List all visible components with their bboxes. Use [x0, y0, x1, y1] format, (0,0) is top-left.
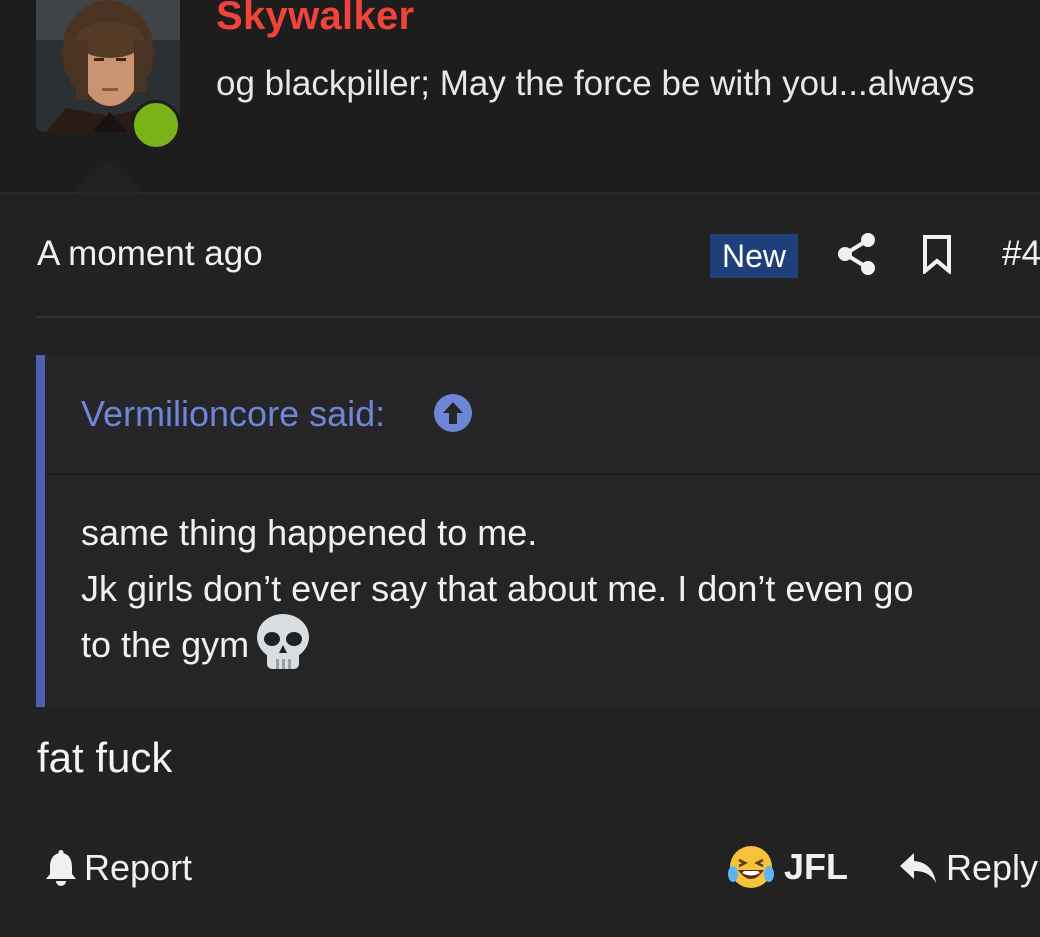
report-button[interactable]: Report [44, 844, 192, 892]
bell-icon [46, 850, 76, 886]
quote-block: Vermilioncore said: same thing happened … [36, 355, 1040, 707]
quote-header: Vermilioncore said: [45, 355, 1040, 475]
post-body: fat fuck [37, 734, 173, 781]
jfl-label: JFL [784, 846, 849, 887]
quote-line: to the gym [81, 624, 250, 665]
header-pointer [74, 160, 142, 193]
action-bar: Report JFL Reply [0, 836, 1040, 900]
arrow-up-circle-icon[interactable] [433, 393, 473, 433]
forum-post: Skywalker og blackpiller; May the force … [0, 0, 1040, 937]
skull-emoji-icon [257, 614, 310, 670]
divider [36, 316, 1040, 318]
share-icon[interactable] [837, 233, 877, 275]
report-label: Report [84, 847, 193, 888]
reply-arrow-icon [900, 853, 936, 883]
bookmark-icon[interactable] [920, 234, 954, 274]
user-title: og blackpiller; May the force be with yo… [216, 64, 975, 103]
quote-author[interactable]: Vermilioncore said: [81, 393, 385, 435]
laughing-crying-emoji-icon [728, 846, 774, 888]
online-status-indicator [131, 100, 181, 150]
reply-label: Reply [946, 847, 1039, 888]
user-header: Skywalker og blackpiller; May the force … [0, 0, 1040, 194]
quote-line: same thing happened to me. [81, 512, 538, 553]
new-badge: New [710, 234, 798, 278]
quote-line: Jk girls don’t ever say that about me. I… [81, 568, 914, 609]
post-meta: A moment ago New #4 [0, 222, 1040, 288]
post-timestamp[interactable]: A moment ago [37, 234, 263, 274]
quote-text: same thing happened to me. Jk girls don’… [81, 505, 1011, 677]
post-number[interactable]: #4 [1002, 234, 1040, 274]
quote-line-last: to the gym [81, 614, 1011, 677]
username[interactable]: Skywalker [216, 0, 414, 39]
reply-button[interactable]: Reply [898, 844, 1038, 892]
jfl-reaction-button[interactable]: JFL [728, 842, 848, 892]
